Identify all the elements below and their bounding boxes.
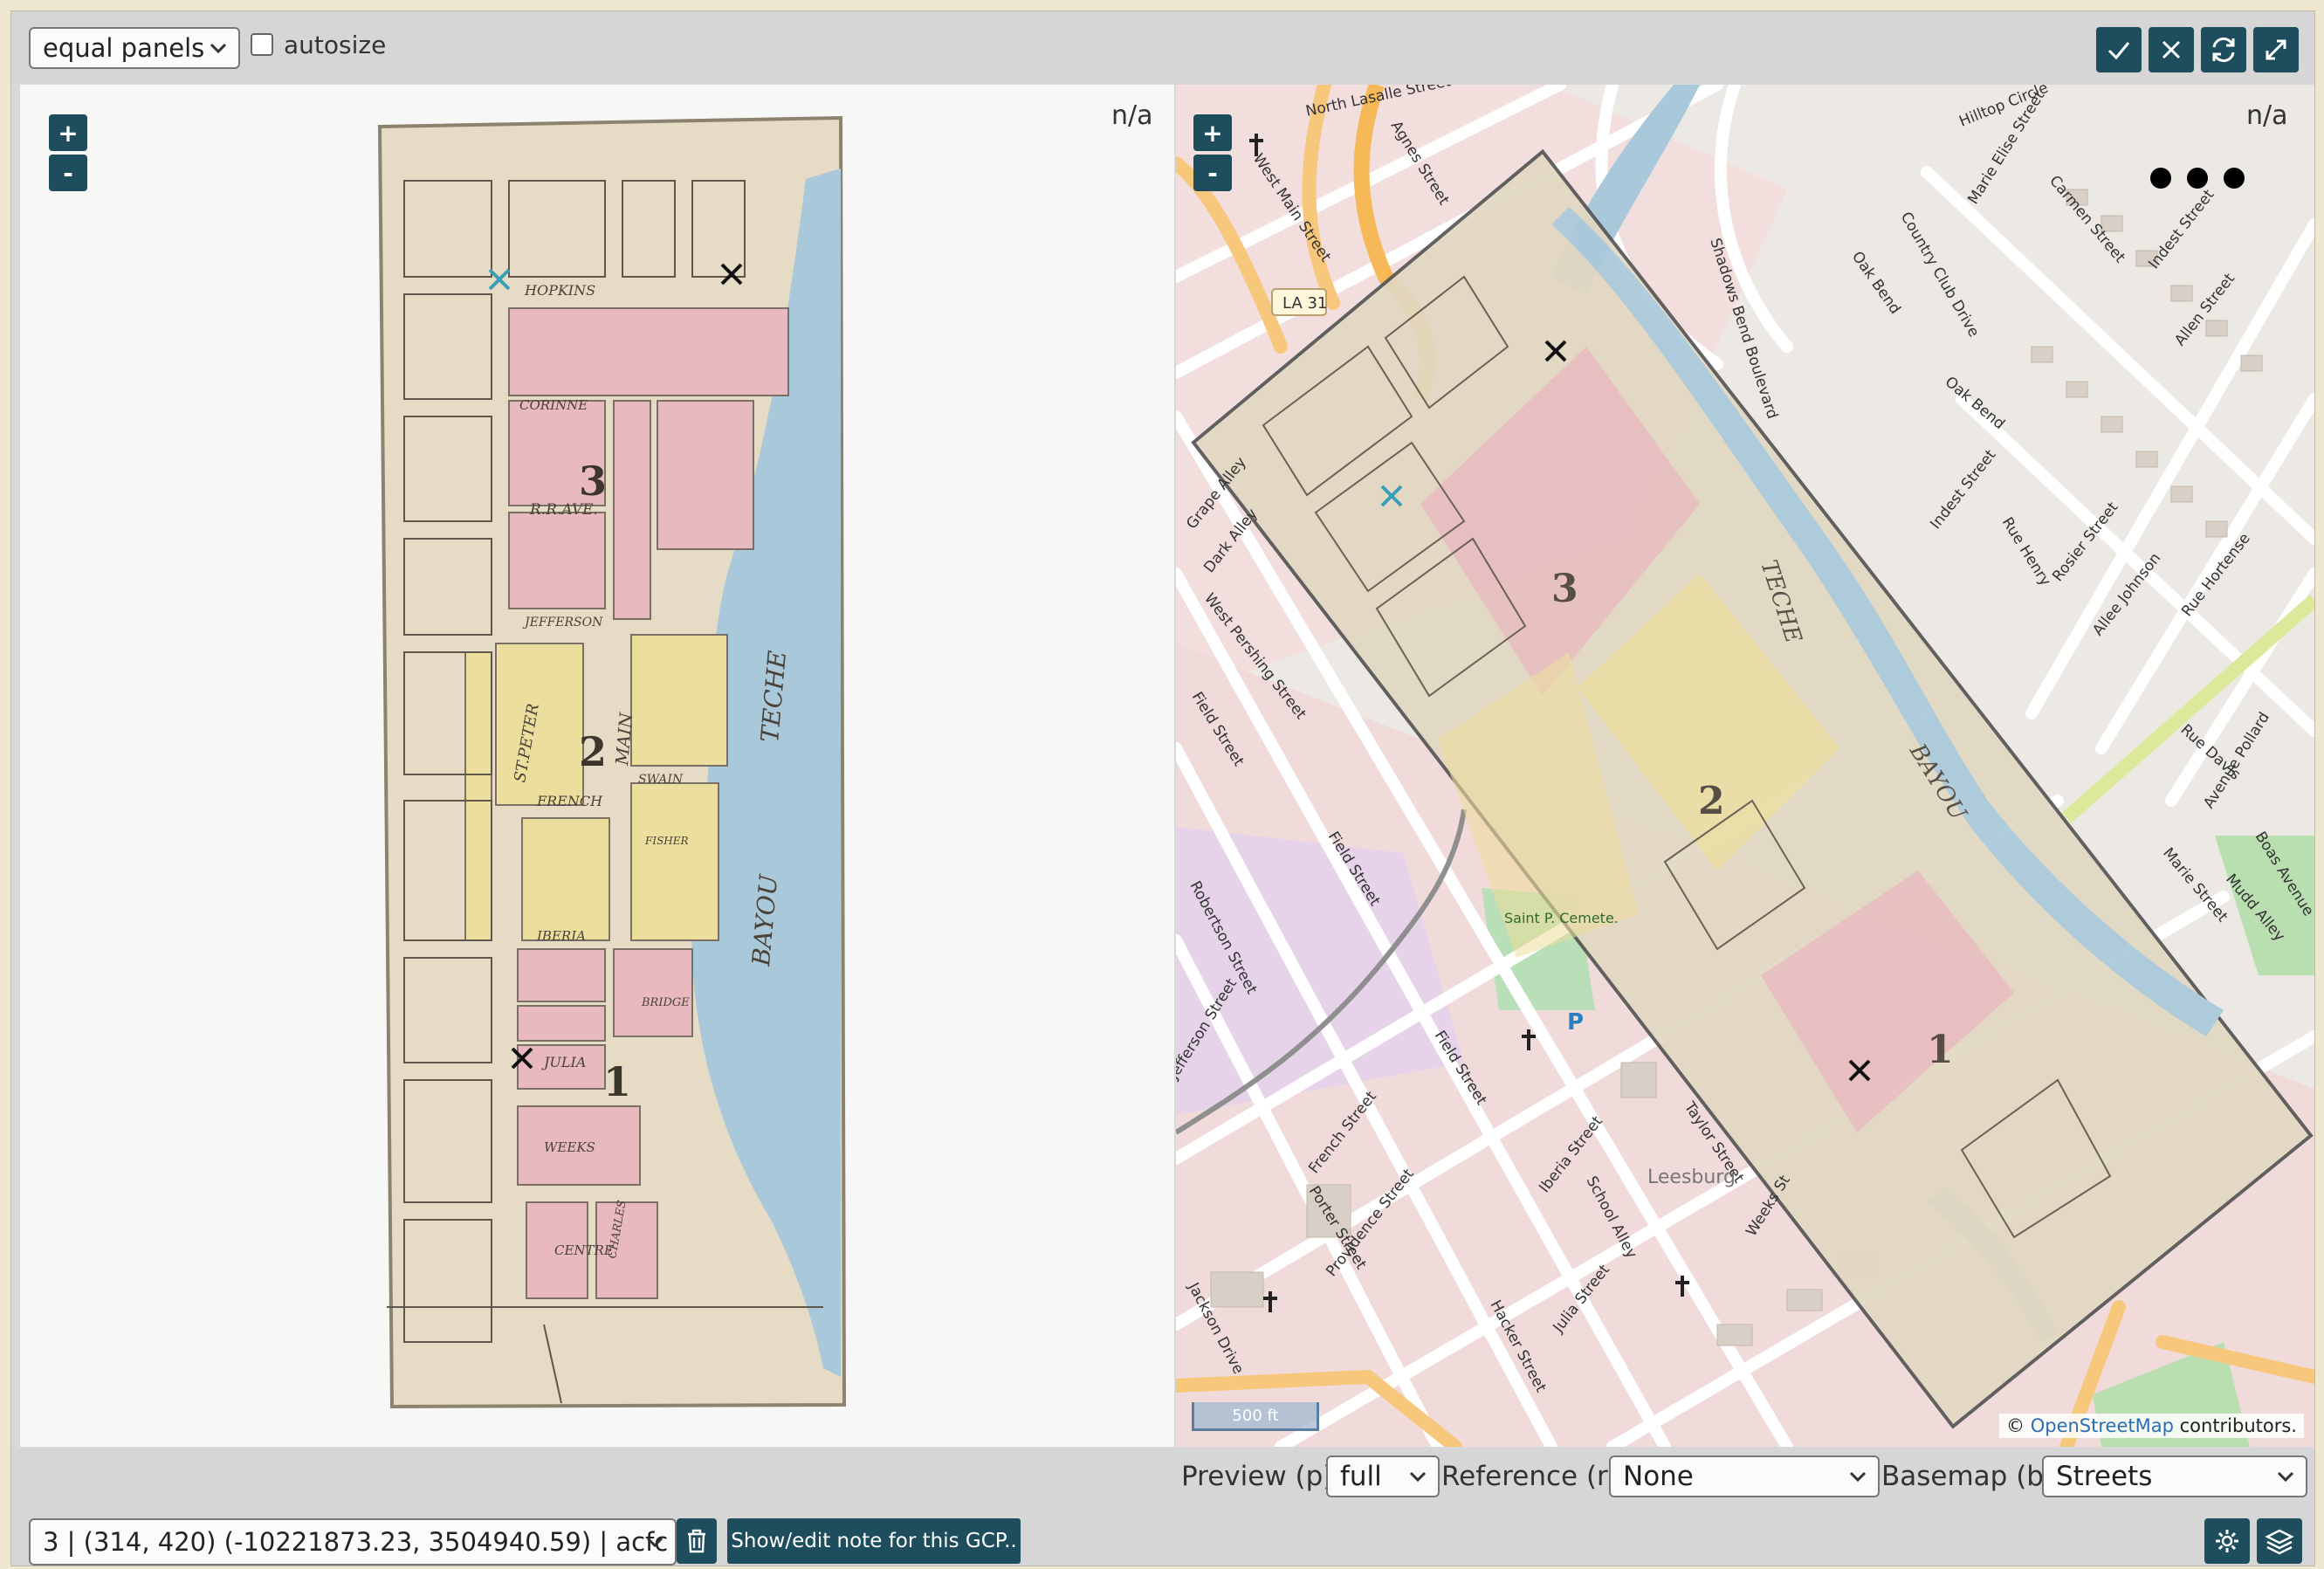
label-swain: SWAIN: [638, 773, 684, 787]
overlay-sheet-3: 3: [1551, 567, 1578, 611]
settings-button[interactable]: [2204, 1518, 2250, 1564]
map-panel[interactable]: TECHE BAYOU 3 2 1 North Lasalle Street A…: [1176, 85, 2314, 1447]
reference-select[interactable]: None: [1609, 1455, 1880, 1497]
svg-text:LA 31: LA 31: [1282, 294, 1327, 313]
label-julia: JULIA: [541, 1054, 586, 1070]
expand-icon: [2266, 39, 2286, 60]
right-zoom-in-button[interactable]: +: [1193, 114, 1232, 151]
label-fisher: FISHER: [644, 835, 689, 847]
sheet-number-3: 3: [579, 458, 607, 505]
place-cemetery: Saint P. Cemete.: [1504, 910, 1619, 926]
layout-select-value: equal panels: [43, 33, 205, 63]
label-french: FRENCH: [536, 793, 603, 809]
sheet-number-1: 1: [603, 1058, 631, 1105]
label-centre: CENTRE: [554, 1242, 614, 1258]
preview-label: Preview (p): [1181, 1461, 1334, 1492]
chevron-down-icon: [646, 1537, 664, 1548]
chevron-down-icon: [2277, 1471, 2294, 1483]
right-status-label: n/a: [2246, 100, 2288, 131]
more-dots-icon[interactable]: [2149, 165, 2246, 191]
label-hopkins: HOPKINS: [524, 282, 595, 299]
confirm-button[interactable]: [2096, 27, 2142, 72]
basemap-select[interactable]: Streets: [2042, 1455, 2307, 1497]
chevron-down-icon: [1849, 1471, 1867, 1483]
expand-button[interactable]: [2253, 27, 2299, 72]
layers-icon: [2265, 1529, 2294, 1555]
reload-button[interactable]: [2201, 27, 2246, 72]
autosize-checkbox[interactable]: [251, 33, 273, 56]
map-attribution: © OpenStreetMap contributors.: [1999, 1414, 2304, 1438]
georeferencer-window: equal panels autosize HOPKINS CORINNE R.…: [10, 10, 2315, 1566]
bottom-toolbar: Preview (p) full Reference (r) None Base…: [11, 1449, 2314, 1566]
right-zoom-out-button[interactable]: -: [1193, 155, 1232, 191]
label-jefferson: JEFFERSON: [522, 616, 603, 630]
refresh-icon: [2212, 37, 2235, 63]
delete-gcp-button[interactable]: [677, 1518, 717, 1564]
label-weeks: WEEKS: [544, 1139, 595, 1155]
reference-label: Reference (r): [1441, 1461, 1619, 1492]
basemap-label: Basemap (b): [1881, 1461, 2055, 1492]
top-toolbar: equal panels autosize: [11, 11, 2314, 83]
autosize-label: autosize: [284, 31, 387, 59]
close-icon: [2162, 40, 2181, 59]
label-iberia: IBERIA: [536, 928, 586, 944]
trash-icon: [688, 1529, 705, 1553]
gcp-select[interactable]: 3 | (314, 420) (-10221873.23, 3504940.59…: [29, 1518, 677, 1566]
street-basemap[interactable]: TECHE BAYOU 3 2 1 North Lasalle Street A…: [1176, 85, 2314, 1447]
label-corinne: CORINNE: [519, 397, 588, 413]
overlay-sheet-1: 1: [1927, 1028, 1954, 1072]
openstreetmap-link[interactable]: OpenStreetMap: [2031, 1415, 2174, 1436]
chevron-down-icon: [1409, 1471, 1427, 1483]
left-zoom-out-button[interactable]: -: [49, 155, 87, 191]
cancel-button[interactable]: [2149, 27, 2194, 72]
check-icon: [2107, 42, 2130, 60]
label-bridge: BRIDGE: [641, 996, 690, 1009]
parking-icon: P: [1567, 1009, 1584, 1036]
gear-icon: [2216, 1530, 2238, 1552]
highway-shield-la31: LA 31: [1271, 288, 1327, 316]
place-leesburg: Leesburg: [1647, 1166, 1736, 1188]
sanborn-map-image[interactable]: HOPKINS CORINNE R.R.AVE. JEFFERSON ST.PE…: [20, 85, 1174, 1447]
source-image-panel[interactable]: HOPKINS CORINNE R.R.AVE. JEFFERSON ST.PE…: [20, 85, 1174, 1447]
left-status-label: n/a: [1111, 100, 1153, 131]
left-zoom-in-button[interactable]: +: [49, 114, 87, 151]
chevron-down-icon: [210, 43, 227, 54]
scale-bar: 500 ft: [1192, 1402, 1319, 1431]
overlay-sheet-2: 2: [1698, 779, 1725, 823]
sheet-number-2: 2: [579, 728, 607, 775]
gcp-note-button[interactable]: Show/edit note for this GCP..: [727, 1518, 1021, 1564]
preview-select[interactable]: full: [1326, 1455, 1440, 1497]
layout-select[interactable]: equal panels: [29, 27, 240, 69]
layers-button[interactable]: [2257, 1518, 2302, 1564]
